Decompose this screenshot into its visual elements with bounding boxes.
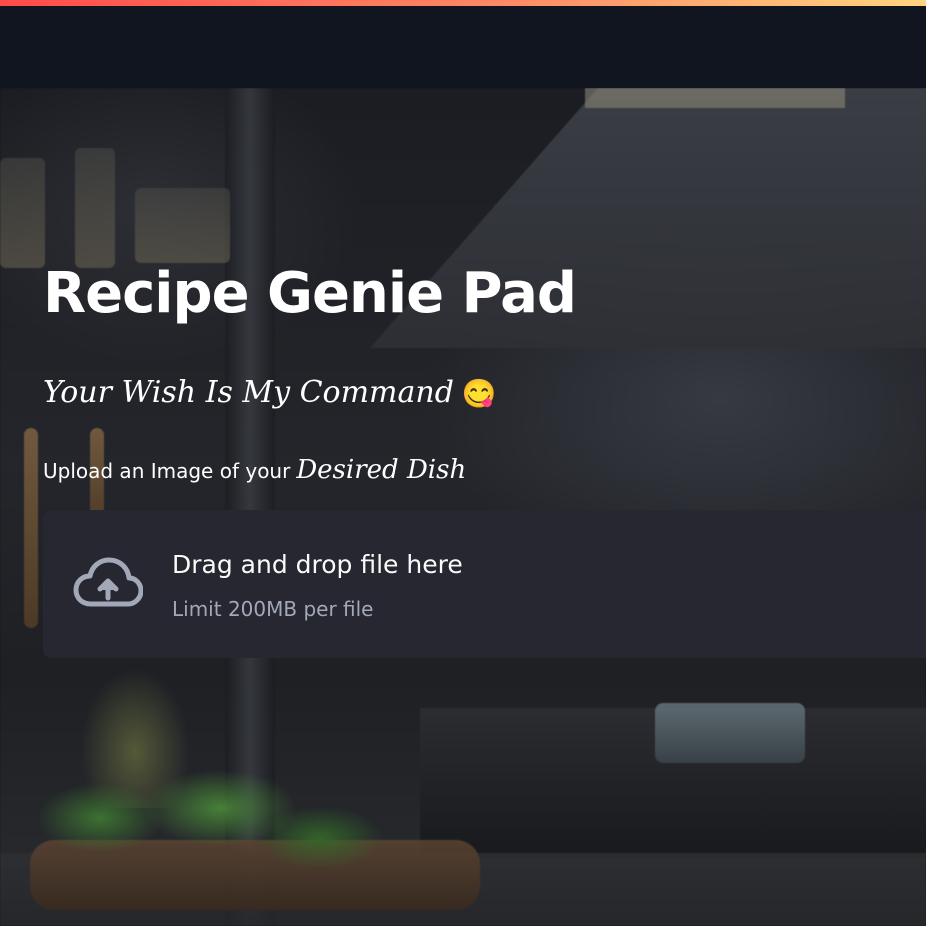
- top-decoration-bar: [0, 0, 926, 6]
- uploader-label-emphasis: Desired Dish: [296, 455, 467, 485]
- shelf-jar: [75, 148, 115, 268]
- tagline: Your Wish Is My Command 😋: [43, 371, 497, 416]
- pot-shape: [655, 703, 805, 763]
- utensil-shape: [24, 428, 38, 628]
- uploader-label: Upload an Image of your Desired Dish: [43, 452, 466, 489]
- file-dropzone[interactable]: Drag and drop file here Limit 200MB per …: [43, 510, 926, 658]
- page-title: Recipe Genie Pad: [43, 261, 577, 326]
- app-header: [0, 6, 926, 88]
- app-root: Recipe Genie Pad Your Wish Is My Command…: [0, 0, 926, 926]
- greens-shape: [20, 748, 400, 898]
- cloud-upload-icon: [73, 557, 143, 607]
- dropzone-title: Drag and drop file here: [172, 550, 463, 579]
- yum-emoji-icon: 😋: [461, 377, 497, 410]
- shelf-jar: [0, 158, 45, 268]
- kitchen-background-image: [0, 88, 926, 926]
- dropzone-limit: Limit 200MB per file: [172, 597, 374, 621]
- tagline-text: Your Wish Is My Command: [43, 375, 454, 410]
- shelf-jar: [135, 188, 230, 263]
- range-hood-light: [585, 88, 845, 108]
- uploader-label-prefix: Upload an Image of your: [43, 459, 291, 483]
